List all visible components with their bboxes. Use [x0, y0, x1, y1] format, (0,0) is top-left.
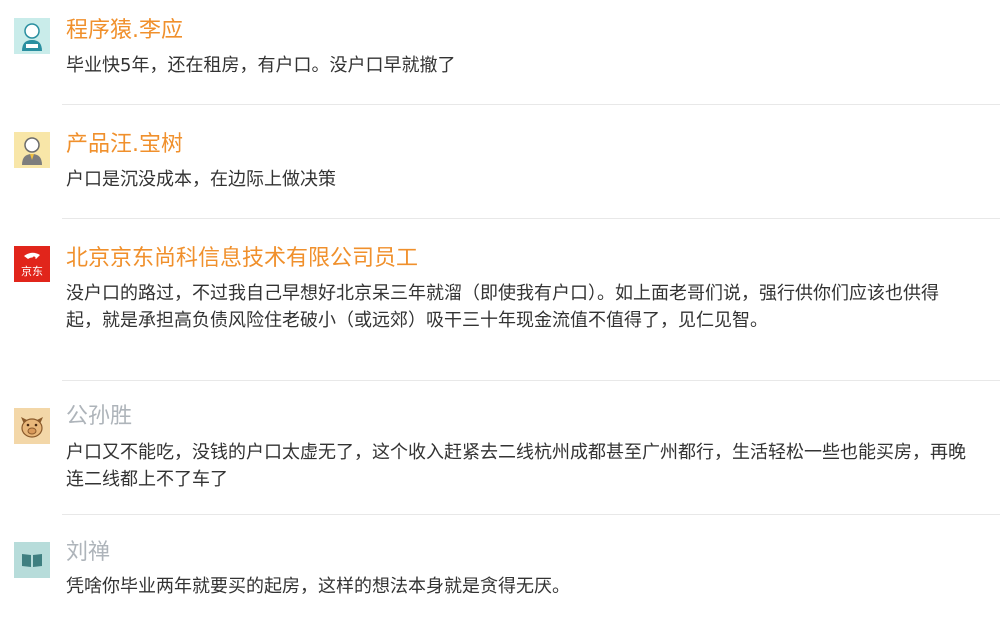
commenter-name[interactable]: 产品汪.宝树 — [66, 130, 183, 160]
product-manager-avatar-icon[interactable] — [14, 132, 50, 168]
jd-logo-label: 京东 — [21, 265, 43, 278]
comment-text: 户口又不能吃，没钱的户口太虚无了，这个收入赶紧去二线杭州成都甚至广州都行，生活轻… — [66, 442, 966, 490]
jd-logo-icon[interactable]: 京东 — [14, 246, 50, 282]
comment-text: 没户口的路过，不过我自己早想好北京呆三年就溜（即使我有户口）。如上面老哥们说，强… — [66, 283, 939, 331]
divider — [62, 218, 1000, 219]
comment-text: 毕业快5年，还在租房，有户口。没户口早就撤了 — [66, 55, 456, 76]
commenter-name[interactable]: 北京京东尚科信息技术有限公司员工 — [66, 244, 418, 274]
commenter-name[interactable]: 公孙胜 — [66, 402, 132, 432]
comment-text: 户口是沉没成本，在边际上做决策 — [66, 169, 336, 190]
divider — [62, 380, 1000, 381]
pig-avatar-icon[interactable] — [14, 408, 50, 444]
book-avatar-icon[interactable] — [14, 542, 50, 578]
commenter-name[interactable]: 刘禅 — [66, 538, 110, 568]
divider — [62, 104, 1000, 105]
commenter-name[interactable]: 程序猿.李应 — [66, 16, 183, 46]
comment-feed: 程序猿.李应 毕业快5年，还在租房，有户口。没户口早就撤了 产品汪.宝树 户口是… — [0, 0, 1000, 632]
programmer-avatar-icon[interactable] — [14, 18, 50, 54]
divider — [62, 514, 1000, 515]
comment-text: 凭啥你毕业两年就要买的起房，这样的想法本身就是贪得无厌。 — [66, 576, 570, 597]
